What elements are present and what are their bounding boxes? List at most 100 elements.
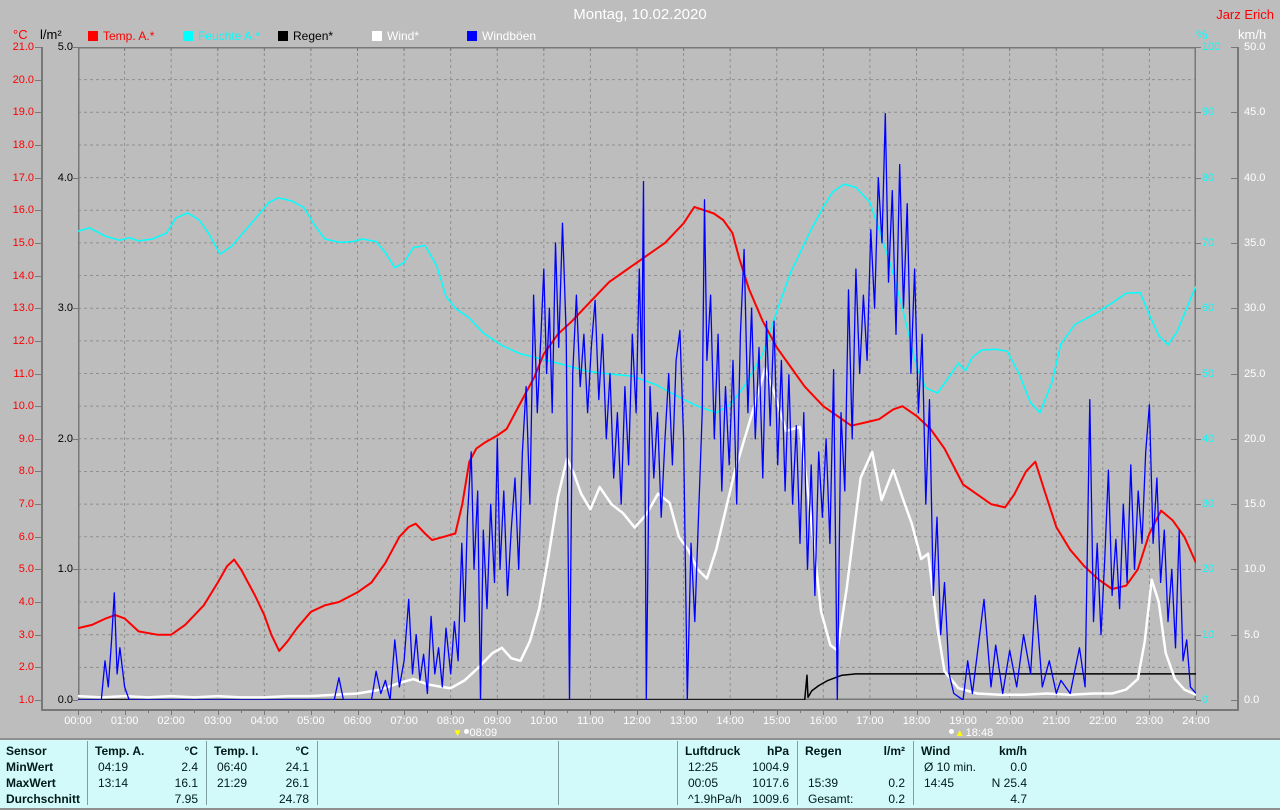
temp-tick-label: 17.0: [12, 171, 34, 184]
table-cell-time: 00:05: [688, 776, 719, 790]
legend-swatch-icon: [372, 31, 382, 41]
humidity-tick: [1196, 308, 1201, 310]
humidity-tick-label: 20: [1202, 563, 1215, 576]
table-row-label: MinWert: [6, 760, 54, 774]
rain-tick: [73, 569, 78, 571]
legend-label: Temp. A.*: [103, 29, 155, 43]
humidity-tick: [1196, 504, 1201, 506]
temp-tick-label: 12.0: [12, 334, 34, 347]
legend-item[interactable]: Temp. A.*: [88, 29, 154, 43]
table-col-unit: hPa: [766, 744, 789, 758]
rain-tick: [73, 438, 78, 440]
temp-tick-label: 2.0: [18, 661, 34, 674]
temp-tick-label: 7.0: [18, 498, 34, 511]
legend-item[interactable]: Windböen: [467, 29, 536, 43]
legend-item[interactable]: Regen*: [278, 29, 333, 43]
rain-tick-label: 1.0: [57, 563, 73, 576]
time-tick-label: 03:00: [203, 715, 232, 727]
table-cell-value: 1009.6: [752, 792, 789, 806]
series-temp-a-: [78, 206, 1196, 652]
rain-tick-label: 2.0: [57, 432, 73, 445]
time-tick-label: 10:00: [530, 715, 558, 727]
time-tick-label: 16:00: [809, 715, 838, 727]
weather-app-window: Montag, 10.02.2020 Jarz Erich °C l/m² % …: [0, 0, 1280, 810]
time-tick-label: 15:00: [762, 715, 791, 727]
temp-tick-label: 13.0: [12, 302, 34, 315]
table-separator: [797, 741, 798, 805]
legend-item[interactable]: Feuchte A.*: [183, 29, 260, 43]
rain-tick-label: 3.0: [57, 302, 73, 315]
time-tick-label: 06:00: [343, 715, 372, 727]
rain-tick: [73, 177, 78, 179]
temp-tick-label: 14.0: [12, 269, 34, 282]
table-col-unit: °C: [184, 744, 198, 758]
wind-tick-label: 15.0: [1244, 498, 1266, 511]
time-tick-label: 02:00: [157, 715, 185, 727]
table-cell-time: 13:14: [98, 776, 129, 790]
rain-tick-label: 0.0: [57, 694, 73, 706]
humidity-tick-label: 40: [1202, 432, 1215, 445]
temp-tick-label: 6.0: [18, 530, 34, 543]
time-tick-label: 22:00: [1089, 715, 1117, 727]
humidity-tick-label: 0: [1202, 694, 1209, 706]
temp-tick-label: 4.0: [18, 596, 34, 609]
legend-label: Feuchte A.*: [198, 29, 261, 43]
humidity-tick-label: 90: [1202, 106, 1215, 119]
table-cell-value: 26.1: [285, 776, 309, 790]
time-tick-label: 19:00: [949, 715, 977, 727]
rain-tick: [73, 700, 78, 701]
humidity-tick: [1196, 634, 1201, 636]
table-cell-value: 7.95: [174, 792, 198, 806]
table-cell-value: 1004.9: [752, 760, 789, 774]
time-tick-label: 18:00: [902, 715, 931, 727]
wind-axis-line: [1237, 47, 1239, 710]
rain-tick-label: 5.0: [57, 41, 73, 53]
table-cell-value: 0.0: [1010, 760, 1027, 774]
plot-area: [78, 47, 1196, 700]
chart-canvas: [78, 47, 1196, 700]
humidity-tick-label: 100: [1202, 41, 1221, 53]
chart-legend: Temp. A.* Feuchte A.* Regen* Wind* Windböen: [0, 29, 1280, 45]
table-row-label: Sensor: [6, 744, 47, 758]
table-cell-time: 04:19: [98, 760, 129, 774]
legend-label: Windböen: [482, 29, 537, 43]
table-row-label: Durchschnitt: [6, 792, 81, 806]
humidity-tick-label: 30: [1202, 498, 1215, 511]
x-axis-line: [41, 709, 1239, 711]
table-col-unit: °C: [295, 744, 309, 758]
time-tick-label: 05:00: [297, 715, 325, 727]
humidity-tick-label: 10: [1202, 628, 1215, 641]
table-separator: [558, 741, 559, 805]
legend-item[interactable]: Wind*: [372, 29, 419, 43]
time-tick-label: 11:00: [577, 715, 604, 727]
legend-label: Wind*: [387, 29, 420, 43]
time-tick-label: 01:00: [110, 715, 139, 727]
table-cell-value: 0.2: [888, 792, 905, 806]
humidity-tick-label: 80: [1202, 171, 1215, 184]
humidity-tick: [1196, 438, 1201, 440]
humidity-tick: [1196, 700, 1201, 701]
humidity-tick-label: 60: [1202, 302, 1215, 315]
legend-swatch-icon: [278, 31, 288, 41]
table-separator: [206, 741, 207, 805]
humidity-tick: [1196, 112, 1201, 114]
time-tick-label: 12:00: [623, 715, 651, 727]
sun-dot-icon: [948, 729, 954, 734]
humidity-tick-label: 50: [1202, 367, 1215, 380]
temp-tick-label: 19.0: [12, 106, 34, 119]
table-col-unit: l/m²: [883, 744, 905, 758]
temp-tick-label: 8.0: [18, 465, 34, 478]
legend-label: Regen*: [293, 29, 334, 43]
table-cell-value: 2.4: [181, 760, 198, 774]
time-tick-label: 04:00: [250, 715, 279, 727]
humidity-tick: [1196, 242, 1201, 244]
stats-table: Sensor MinWert MaxWert Durchschnitt Temp. A.…: [0, 738, 1280, 810]
table-cell-value: 24.78: [278, 792, 309, 806]
humidity-tick-label: 70: [1202, 236, 1215, 249]
table-separator: [677, 741, 678, 805]
time-tick-label: 14:00: [716, 715, 744, 727]
table-cell-value: 16.1: [174, 776, 198, 790]
humidity-tick: [1196, 47, 1201, 48]
temp-axis-line: [41, 47, 43, 710]
wind-tick-label: 45.0: [1244, 106, 1266, 119]
